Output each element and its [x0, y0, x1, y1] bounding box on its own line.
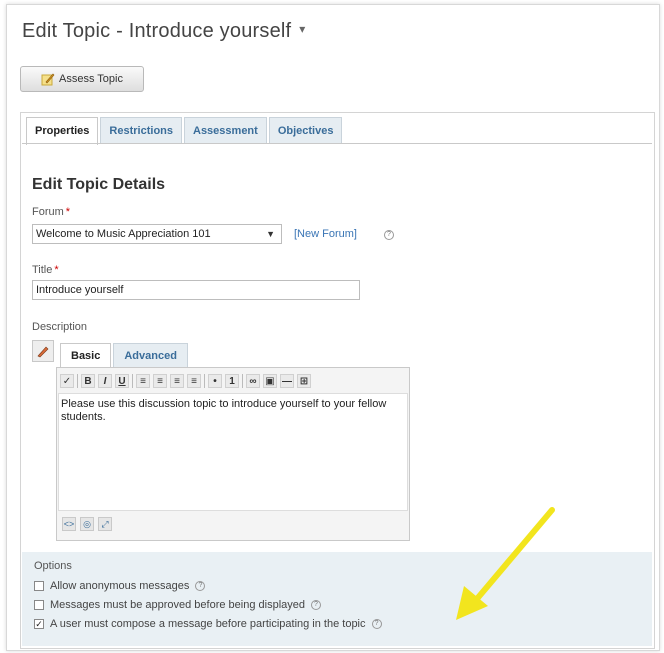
align-right-icon[interactable]: ≡ — [170, 374, 184, 388]
align-left-icon[interactable]: ≡ — [136, 374, 150, 388]
forum-select-value: Welcome to Music Appreciation 101 — [36, 228, 211, 240]
description-label: Description — [32, 321, 88, 333]
title-label-text: Title — [32, 264, 53, 276]
option-approve-messages[interactable]: Messages must be approved before being d… — [34, 599, 321, 611]
assess-pencil-icon — [41, 73, 55, 86]
justify-icon[interactable]: ≡ — [187, 374, 201, 388]
checkbox-checked[interactable]: ✓ — [34, 619, 44, 629]
title-input[interactable]: Introduce yourself — [32, 280, 360, 300]
required-marker: * — [54, 264, 59, 276]
tab-assessment[interactable]: Assessment — [184, 117, 267, 143]
title-label: Title * — [32, 264, 59, 276]
bullet-list-icon[interactable]: • — [208, 374, 222, 388]
section-title: Edit Topic Details — [32, 176, 166, 193]
fullscreen-icon[interactable]: ⤢ — [98, 517, 112, 531]
italic-icon[interactable]: I — [98, 374, 112, 388]
checkbox[interactable] — [34, 581, 44, 591]
forum-label-text: Forum — [32, 206, 64, 218]
help-icon[interactable]: ? — [384, 230, 394, 240]
pencil-icon — [37, 346, 49, 358]
toolbar-separator — [132, 374, 133, 388]
editor-toolbar: ✓ B I U ≡ ≡ ≡ ≡ • 1 ∞ ▣ — ⊞ — [60, 372, 311, 390]
option-label: Messages must be approved before being d… — [50, 599, 305, 611]
forum-select[interactable]: Welcome to Music Appreciation 101 ▼ — [32, 224, 282, 244]
editor-tab-advanced[interactable]: Advanced — [113, 343, 188, 367]
assess-topic-button[interactable]: Assess Topic — [20, 66, 144, 92]
align-center-icon[interactable]: ≡ — [153, 374, 167, 388]
option-label: Allow anonymous messages — [50, 580, 190, 592]
page-title: Edit Topic - Introduce yourself ▾ — [22, 20, 306, 43]
option-label: A user must compose a message before par… — [50, 618, 366, 630]
option-must-compose[interactable]: ✓ A user must compose a message before p… — [34, 618, 382, 630]
bold-icon[interactable]: B — [81, 374, 95, 388]
checkbox[interactable] — [34, 600, 44, 610]
tabs-divider — [22, 143, 652, 144]
toolbar-separator — [204, 374, 205, 388]
source-code-icon[interactable]: <> — [62, 517, 76, 531]
page-title-text: Edit Topic - Introduce yourself — [22, 20, 292, 42]
help-icon[interactable]: ? — [311, 600, 321, 610]
preview-icon[interactable]: ◎ — [80, 517, 94, 531]
new-forum-link-text: [New Forum] — [294, 228, 357, 240]
image-icon[interactable]: ▣ — [263, 374, 277, 388]
title-input-value: Introduce yourself — [36, 284, 124, 296]
editor-tab-basic[interactable]: Basic — [60, 343, 112, 367]
tab-restrictions[interactable]: Restrictions — [100, 117, 182, 143]
description-textarea[interactable]: Please use this discussion topic to intr… — [58, 393, 408, 511]
title-menu-caret-icon[interactable]: ▾ — [299, 22, 305, 36]
numbered-list-icon[interactable]: 1 — [225, 374, 239, 388]
table-icon[interactable]: ⊞ — [297, 374, 311, 388]
help-icon[interactable]: ? — [195, 581, 206, 591]
assess-topic-label: Assess Topic — [59, 73, 123, 85]
spellcheck-icon[interactable]: ✓ — [60, 374, 74, 388]
topic-tabs: Properties Restrictions Assessment Objec… — [26, 117, 344, 145]
options-title: Options — [34, 560, 72, 572]
underline-icon[interactable]: U — [115, 374, 129, 388]
option-allow-anonymous[interactable]: Allow anonymous messages ? — [34, 580, 206, 592]
editor-footer: <> ◎ ⤢ — [62, 517, 112, 531]
chevron-down-icon: ▼ — [266, 229, 275, 239]
help-icon[interactable]: ? — [371, 619, 382, 629]
tab-objectives[interactable]: Objectives — [268, 117, 343, 143]
editor-toggle-button[interactable] — [32, 340, 54, 362]
required-marker: * — [65, 206, 71, 218]
forum-label: Forum * — [32, 206, 70, 218]
editor-tabs: Basic Advanced — [60, 343, 190, 367]
annotation-arrow-icon — [456, 507, 555, 620]
new-forum-link[interactable]: [New Forum] — [294, 228, 357, 240]
link-icon[interactable]: ∞ — [246, 374, 260, 388]
toolbar-separator — [242, 374, 243, 388]
tab-properties[interactable]: Properties — [26, 117, 99, 145]
horizontal-rule-icon[interactable]: — — [280, 374, 294, 388]
toolbar-separator — [77, 374, 78, 388]
